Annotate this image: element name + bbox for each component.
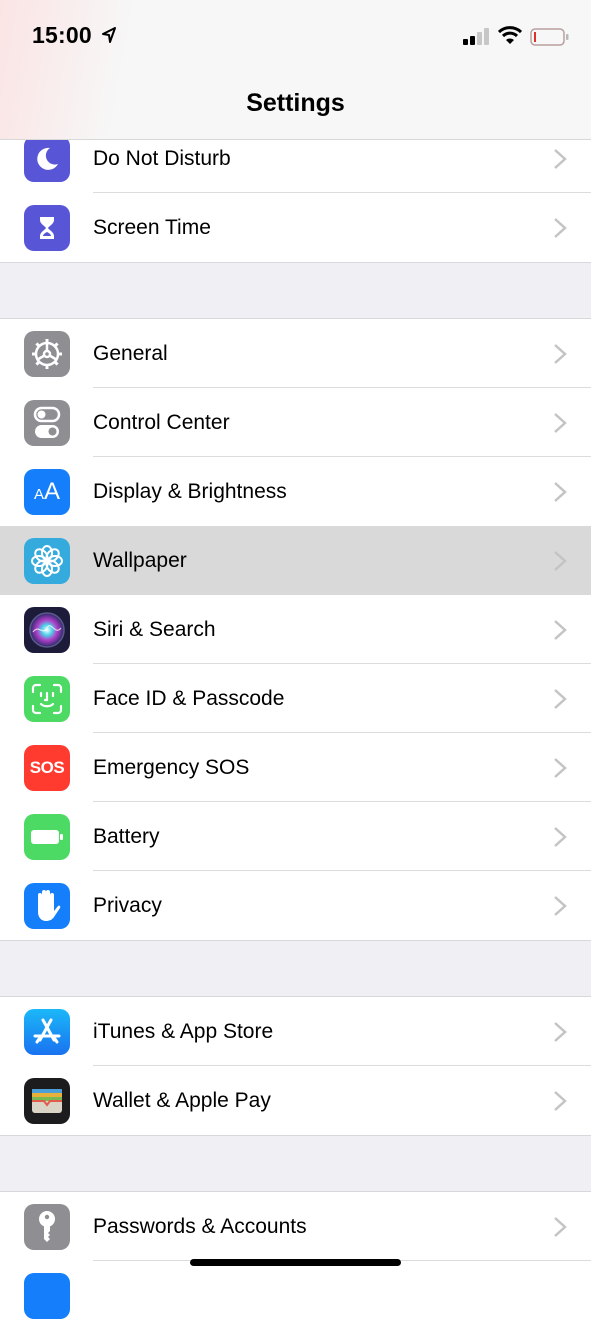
section-gap xyxy=(0,263,591,318)
row-label: Control Center xyxy=(93,410,230,434)
chevron-right-icon xyxy=(554,895,567,916)
settings-row-privacy[interactable]: Privacy xyxy=(0,871,591,940)
row-label: Face ID & Passcode xyxy=(93,686,285,710)
settings-row-face-id-passcode[interactable]: Face ID & Passcode xyxy=(0,664,591,733)
moon-icon xyxy=(24,135,70,182)
wifi-icon xyxy=(498,26,522,44)
row-label: Emergency SOS xyxy=(93,755,250,779)
chevron-right-icon xyxy=(554,619,567,640)
chevron-right-icon xyxy=(554,1216,567,1237)
settings-row-itunes-app-store[interactable]: iTunes & App Store xyxy=(0,997,591,1066)
row-label: iTunes & App Store xyxy=(93,1019,274,1043)
settings-row-passwords-accounts[interactable]: Passwords & Accounts xyxy=(0,1192,591,1261)
toggles-icon xyxy=(24,399,70,446)
row-label: Display & Brightness xyxy=(93,479,287,503)
battery-icon xyxy=(530,28,569,46)
settings-row-partial[interactable] xyxy=(0,1261,591,1330)
key-icon xyxy=(24,1203,70,1250)
settings-group: Do Not Disturb Screen Time xyxy=(0,124,591,263)
text-size-icon: AA xyxy=(24,468,70,515)
sos-icon: SOS xyxy=(24,744,70,791)
settings-group: General Control Center AA Display & Brig… xyxy=(0,318,591,941)
gear-icon xyxy=(24,330,70,377)
row-label: Siri & Search xyxy=(93,617,216,641)
chevron-right-icon xyxy=(554,1021,567,1042)
settings-row-display-brightness[interactable]: AA Display & Brightness xyxy=(0,457,591,526)
battery-icon xyxy=(24,813,70,860)
row-label: Passwords & Accounts xyxy=(93,1214,307,1238)
wallet-icon xyxy=(24,1077,70,1124)
settings-group: iTunes & App Store Wallet & Apple Pay xyxy=(0,996,591,1136)
row-label: Screen Time xyxy=(93,215,211,239)
settings-row-battery[interactable]: Battery xyxy=(0,802,591,871)
row-label: Do Not Disturb xyxy=(93,146,231,170)
sos-icon-text: SOS xyxy=(29,757,65,777)
settings-row-wallpaper[interactable]: Wallpaper xyxy=(0,526,591,595)
settings-row-siri-search[interactable]: Siri & Search xyxy=(0,595,591,664)
hourglass-icon xyxy=(24,204,70,251)
chevron-right-icon xyxy=(554,343,567,364)
settings-row-general[interactable]: General xyxy=(0,319,591,388)
row-label: Battery xyxy=(93,824,160,848)
section-gap xyxy=(0,1136,591,1191)
settings-list: Do Not Disturb Screen Time General Contr… xyxy=(0,124,591,1330)
chevron-right-icon xyxy=(554,412,567,433)
row-label: Privacy xyxy=(93,893,162,917)
row-label: General xyxy=(93,341,168,365)
large-a-glyph: A xyxy=(44,477,61,505)
chevron-right-icon xyxy=(554,688,567,709)
chevron-right-icon xyxy=(554,1090,567,1111)
face-id-icon xyxy=(24,675,70,722)
header: 15:00 Settings xyxy=(0,0,591,140)
settings-row-screen-time[interactable]: Screen Time xyxy=(0,193,591,262)
row-label: Wallet & Apple Pay xyxy=(93,1088,271,1112)
location-arrow-icon xyxy=(102,27,116,43)
chevron-right-icon xyxy=(554,481,567,502)
chevron-right-icon xyxy=(554,550,567,571)
chevron-right-icon xyxy=(554,757,567,778)
chevron-right-icon xyxy=(554,826,567,847)
page-title: Settings xyxy=(246,89,345,117)
row-label: Wallpaper xyxy=(93,548,187,572)
flower-icon xyxy=(24,537,70,584)
small-a-glyph: A xyxy=(33,485,44,503)
section-gap xyxy=(0,941,591,996)
settings-row-wallet-apple-pay[interactable]: Wallet & Apple Pay xyxy=(0,1066,591,1135)
status-time: 15:00 xyxy=(32,22,92,48)
app-store-icon xyxy=(24,1008,70,1055)
home-indicator[interactable] xyxy=(190,1259,401,1266)
hand-icon xyxy=(24,882,70,929)
settings-row-emergency-sos[interactable]: SOS Emergency SOS xyxy=(0,733,591,802)
cellular-signal-icon xyxy=(463,28,489,45)
chevron-right-icon xyxy=(554,217,567,238)
partial-icon xyxy=(24,1272,70,1319)
settings-row-control-center[interactable]: Control Center xyxy=(0,388,591,457)
siri-icon xyxy=(24,606,70,653)
chevron-right-icon xyxy=(554,148,567,169)
